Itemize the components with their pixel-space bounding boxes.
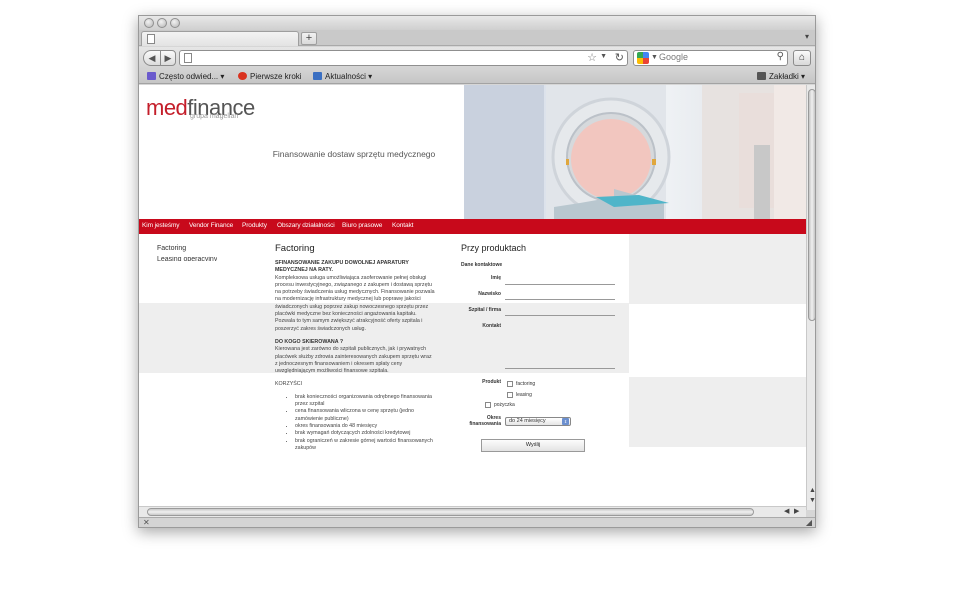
search-input[interactable]: Google xyxy=(659,52,688,62)
contact-textarea[interactable] xyxy=(505,368,615,369)
option-label: leasing xyxy=(516,392,532,398)
article-heading: KORZYŚCI xyxy=(275,381,303,388)
select-arrows-icon: ⇕ xyxy=(562,418,569,425)
company-input[interactable] xyxy=(505,315,615,316)
scroll-down-icon[interactable]: ▼ xyxy=(809,497,815,504)
benefits-list: brak konieczności organizowania odrębneg… xyxy=(275,394,435,452)
vertical-scroll-thumb[interactable] xyxy=(808,89,815,321)
list-item: brak ograniczeń w zakresie górnej wartoś… xyxy=(295,438,435,453)
search-box[interactable]: ▼ Google ⚲ xyxy=(633,50,788,66)
bookmark-star-icon[interactable]: ☆ xyxy=(587,51,597,64)
search-engine-dropdown-icon[interactable]: ▼ xyxy=(651,54,658,61)
url-bar[interactable]: ☆ ▼ ↻ xyxy=(179,50,628,66)
contact-label: Kontakt xyxy=(482,323,501,329)
article-paragraph: Kompleksowa usługa umożliwiająca zaofero… xyxy=(275,274,435,318)
bookmark-latest-headlines[interactable]: Aktualności ▾ xyxy=(313,72,372,81)
menu-item-vendor-finance[interactable]: Vendor Finance xyxy=(189,222,233,229)
form-section-label: Dane kontaktowe xyxy=(461,262,503,268)
bookmark-getting-started[interactable]: Pierwsze kroki xyxy=(238,72,302,81)
product-label: Produkt xyxy=(482,379,501,385)
option-label: factoring xyxy=(516,381,536,387)
google-icon[interactable] xyxy=(637,52,649,64)
page-viewport: medfinance grupa magellan Finansowanie d… xyxy=(139,85,806,506)
period-select[interactable]: do 24 miesięcy ⇕ xyxy=(505,417,571,426)
list-item: brak konieczności organizowania odrębneg… xyxy=(295,394,435,409)
name-input[interactable] xyxy=(505,284,615,285)
name-label: Imię xyxy=(490,275,501,281)
bookmarks-icon xyxy=(757,72,766,80)
scroll-up-icon[interactable]: ▲ xyxy=(809,487,815,494)
menu-item-areas[interactable]: Obszary działalności xyxy=(277,222,335,229)
checkbox-factoring[interactable] xyxy=(507,381,513,387)
blank-page-icon xyxy=(147,34,155,44)
scroll-right-icon[interactable]: ▶ xyxy=(794,507,799,515)
list-item: okres finansowania do 48 miesięcy xyxy=(295,423,435,430)
home-button[interactable]: ⌂ xyxy=(793,50,811,66)
scroll-left-icon[interactable]: ◀ xyxy=(784,507,789,515)
horizontal-scrollbar[interactable]: ◀ ▶ xyxy=(139,506,806,517)
ct-scanner-photo xyxy=(464,85,806,219)
surname-label: Nazwisko xyxy=(478,291,501,297)
article-title: Factoring xyxy=(275,243,315,254)
title-bar xyxy=(139,16,815,30)
article-heading: DO KOGO SKIEROWANA ? xyxy=(275,338,344,345)
submenu-item-factoring[interactable]: Factoring xyxy=(157,245,186,252)
rss-feed-icon xyxy=(313,72,322,80)
vertical-scrollbar[interactable]: ▲ ▼ xyxy=(806,85,815,510)
history-dropdown-icon[interactable]: ▼ xyxy=(600,53,607,60)
bookmark-most-visited[interactable]: Często odwied... ▾ xyxy=(147,72,224,81)
main-menu: Kim jesteśmy Vendor Finance Produkty Obs… xyxy=(139,219,806,234)
site-tagline: Finansowanie dostaw sprzętu medycznego xyxy=(272,149,436,159)
period-label: Okres finansowania xyxy=(469,415,501,427)
horizontal-scroll-thumb[interactable] xyxy=(147,508,754,516)
minimize-window-button[interactable] xyxy=(157,18,167,28)
bookmarks-toolbar: Często odwied... ▾ Pierwsze kroki Aktual… xyxy=(139,69,815,84)
content-band xyxy=(629,377,806,447)
form-title: Przy produktach xyxy=(461,243,527,253)
resize-grip-icon[interactable]: ◢ xyxy=(806,518,812,527)
tab-strip: + ▾ xyxy=(139,30,815,46)
submenu-item-leasing[interactable]: Leasing operacyjny xyxy=(157,256,217,261)
menu-item-about[interactable]: Kim jesteśmy xyxy=(142,222,180,229)
reload-icon[interactable]: ↻ xyxy=(615,51,624,64)
checkbox-loan[interactable] xyxy=(485,402,491,408)
most-visited-icon xyxy=(147,72,156,80)
logo-subtitle: grupa magellan xyxy=(190,113,239,120)
menu-item-products[interactable]: Produkty xyxy=(242,222,267,229)
article: Factoring SFINANSOWANIE ZAKUPU DOWOLNEJ … xyxy=(275,243,435,452)
resize-icon: ✕ xyxy=(143,518,150,527)
submit-button[interactable]: Wyślij xyxy=(481,439,585,452)
page-icon xyxy=(184,53,192,63)
forward-button[interactable]: ▶ xyxy=(160,50,176,66)
close-window-button[interactable] xyxy=(144,18,154,28)
menu-item-contact[interactable]: Kontakt xyxy=(392,222,413,229)
firefox-start-icon xyxy=(238,72,247,80)
bookmarks-menu[interactable]: Zakładki ▾ xyxy=(757,72,805,81)
list-item: cena finansowania wliczona w cenę sprzęt… xyxy=(295,408,435,423)
article-paragraph: Pozwala to tym samym zwiększyć atrakcyjn… xyxy=(275,318,423,332)
magnifier-icon[interactable]: ⚲ xyxy=(777,51,784,62)
contact-form: Przy produktach Dane kontaktowe Imię Naz… xyxy=(461,243,627,452)
tab-list-icon[interactable]: ▾ xyxy=(805,32,809,41)
new-tab-button[interactable]: + xyxy=(301,32,317,45)
content-band xyxy=(629,234,806,304)
article-paragraph: Kierowana jest zarówno do szpitali publi… xyxy=(275,346,432,375)
back-button[interactable]: ◀ xyxy=(143,50,161,66)
menu-item-press[interactable]: Biuro prasowe xyxy=(342,222,382,229)
browser-window: + ▾ ◀ ▶ ☆ ▼ ↻ ▼ Google ⚲ ⌂ Często odwied… xyxy=(138,15,816,528)
surname-input[interactable] xyxy=(505,299,615,300)
company-label: Szpital / firma xyxy=(468,307,501,313)
option-label: pożyczka xyxy=(494,402,515,408)
navigation-toolbar: ◀ ▶ ☆ ▼ ↻ ▼ Google ⚲ ⌂ xyxy=(139,47,815,69)
article-subtitle: SFINANSOWANIE ZAKUPU DOWOLNEJ APARATURY … xyxy=(275,260,409,274)
list-item: brak wymagań dotyczących zdolności kredy… xyxy=(295,430,435,437)
status-bar: ✕ ◢ xyxy=(139,517,815,527)
checkbox-leasing[interactable] xyxy=(507,392,513,398)
browser-tab[interactable] xyxy=(141,31,299,46)
zoom-window-button[interactable] xyxy=(170,18,180,28)
